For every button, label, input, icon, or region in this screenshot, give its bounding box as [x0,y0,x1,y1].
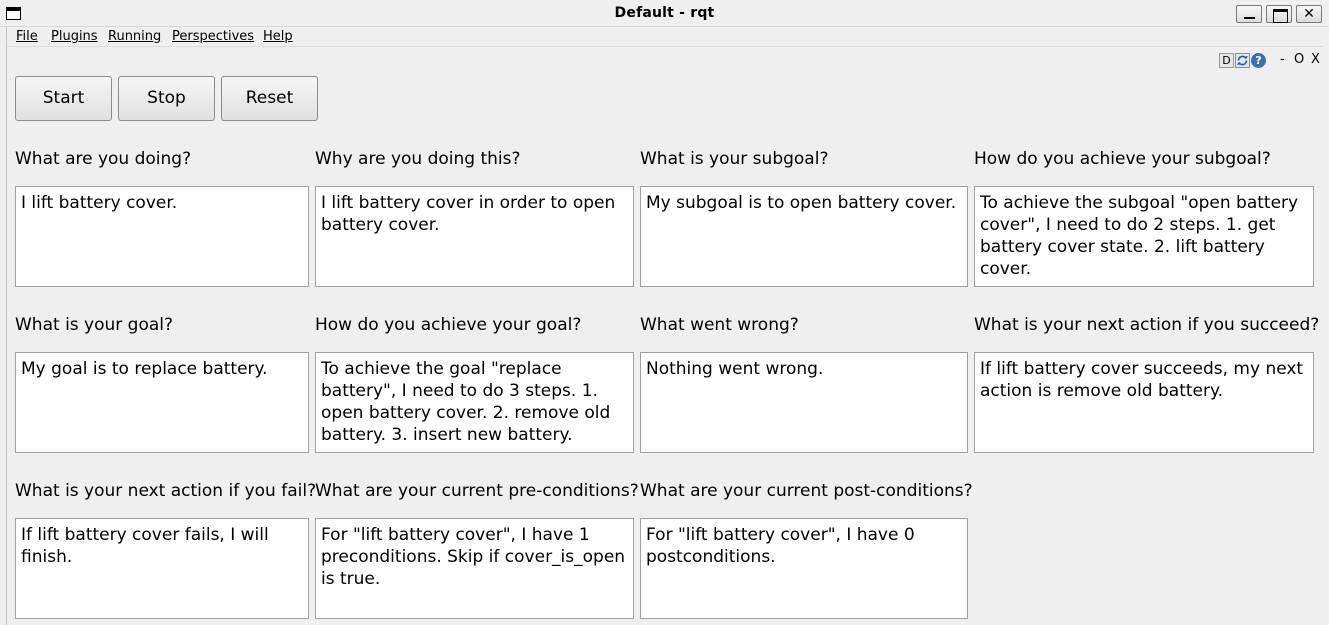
answer-box-why[interactable]: I lift battery cover in order to open ba… [315,186,634,287]
dock-minimize-button[interactable]: - [1280,52,1285,68]
menu-perspectives[interactable]: Perspectives [172,29,254,45]
menu-help-label: Help [263,29,293,44]
answer-box-subgoal[interactable]: My subgoal is to open battery cover. [640,186,968,287]
menu-plugins-label: Plugins [51,29,98,44]
answer-box-went-wrong[interactable]: Nothing went wrong. [640,352,968,453]
menu-plugins[interactable]: Plugins [51,29,98,45]
question-label-goal: What is your goal? [15,315,174,335]
question-label-preconditions: What are your current pre-conditions? [315,481,639,501]
menu-file-label: File [16,29,38,44]
stop-button[interactable]: Stop [118,76,215,121]
question-label-next-fail: What is your next action if you fail? [15,481,317,501]
answer-box-doing[interactable]: I lift battery cover. [15,186,309,287]
title-bar: Default - rqt [0,0,1329,27]
answer-box-preconditions[interactable]: For "lift battery cover", I have 1 preco… [315,518,634,619]
answer-box-achieve-goal[interactable]: To achieve the goal "replace battery", I… [315,352,634,453]
question-label-went-wrong: What went wrong? [640,315,799,335]
question-label-doing: What are you doing? [15,149,192,169]
question-label-achieve-subgoal: How do you achieve your subgoal? [974,149,1271,169]
question-label-why: Why are you doing this? [315,149,521,169]
answer-box-postconditions[interactable]: For "lift battery cover", I have 0 postc… [640,518,968,619]
help-icon[interactable]: ? [1251,53,1266,68]
answer-box-next-fail[interactable]: If lift battery cover fails, I will fini… [15,518,309,619]
maximize-button[interactable] [1266,5,1292,23]
refresh-icon[interactable] [1235,53,1250,68]
menu-running[interactable]: Running [108,29,161,45]
menu-running-label: Running [108,29,162,44]
dock-d-button[interactable]: D [1219,53,1234,68]
dock-close-button[interactable]: X [1311,52,1320,68]
answer-box-achieve-subgoal[interactable]: To achieve the subgoal "open battery cov… [974,186,1314,287]
window-title: Default - rqt [614,5,715,21]
menu-bar: File Plugins Running Perspectives Help [7,27,1323,47]
menu-perspectives-label: Perspectives [172,29,255,44]
minimize-button[interactable] [1236,5,1262,23]
dock-float-button[interactable]: O [1294,52,1304,68]
reset-button[interactable]: Reset [221,76,318,121]
answer-box-next-succeed[interactable]: If lift battery cover succeeds, my next … [974,352,1314,453]
question-label-postconditions: What are your current post-conditions? [640,481,973,501]
menu-file[interactable]: File [16,29,38,45]
answer-box-goal[interactable]: My goal is to replace battery. [15,352,309,453]
question-label-achieve-goal: How do you achieve your goal? [315,315,582,335]
question-label-subgoal: What is your subgoal? [640,149,829,169]
start-button[interactable]: Start [15,76,112,121]
menu-help[interactable]: Help [263,29,293,45]
close-button[interactable] [1296,5,1322,23]
question-label-next-succeed: What is your next action if you succeed? [974,315,1320,335]
